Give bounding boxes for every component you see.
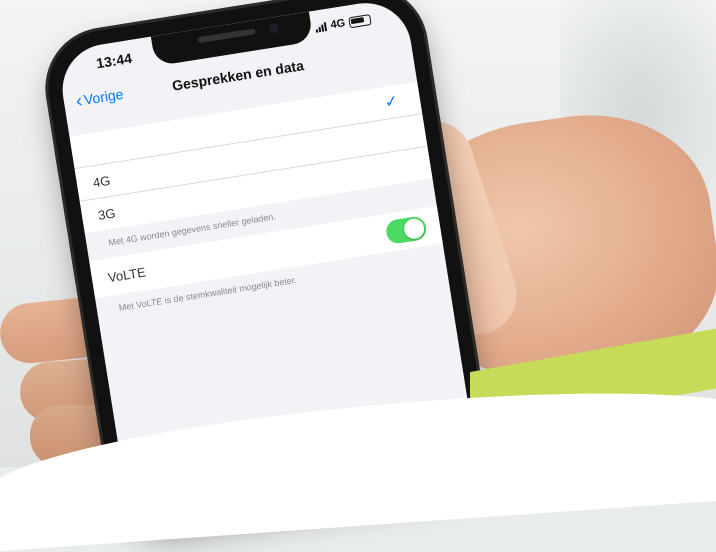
network-option-label: 4G <box>91 172 112 190</box>
network-type: 4G <box>329 17 347 32</box>
volte-label: VoLTE <box>106 263 147 285</box>
network-option-label: 3G <box>96 204 117 223</box>
status-indicators: 4G <box>315 13 372 34</box>
status-time: 13:44 <box>95 49 133 72</box>
front-camera <box>268 22 280 34</box>
speaker-grille <box>197 28 256 44</box>
checkmark-icon: ✓ <box>383 92 400 112</box>
signal-icon <box>315 21 328 33</box>
battery-icon <box>348 13 372 28</box>
volte-toggle[interactable] <box>384 215 428 246</box>
